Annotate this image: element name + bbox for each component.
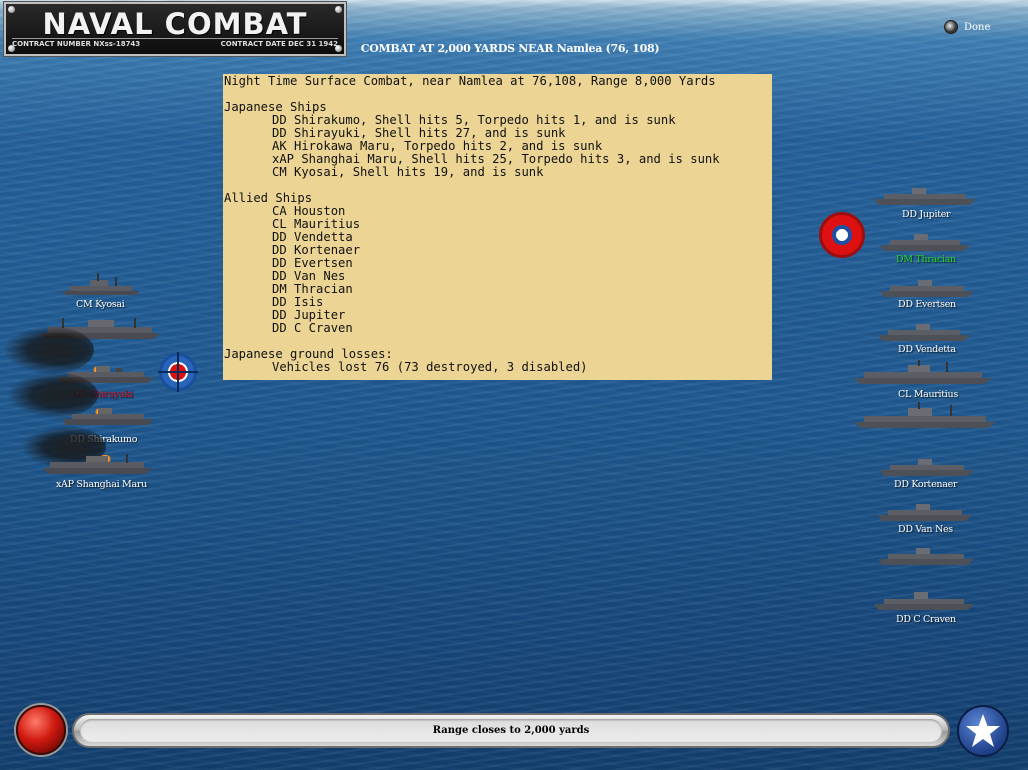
star-icon (966, 714, 1000, 747)
ship-dd-shirakumo[interactable] (60, 404, 156, 426)
ship-label: DD Jupiter (902, 209, 951, 220)
ship-ca-houston[interactable] (852, 402, 998, 430)
ship-dd-jupiter[interactable] (872, 184, 978, 206)
ship-cl-mauritius[interactable] (852, 360, 994, 386)
ship-xap-shanghai-maru[interactable] (40, 452, 154, 476)
ship-silhouette-icon (42, 454, 152, 474)
combat-title: COMBAT AT 2,000 YARDS NEAR Namlea (76, 1… (360, 42, 660, 55)
contract-date: CONTRACT DATE DEC 31 1942 (220, 40, 338, 48)
done-button[interactable]: Done (944, 20, 990, 34)
ship-dd-c-craven[interactable] (872, 588, 976, 612)
report-line: DD C Craven (272, 321, 353, 335)
report-line: Night Time Surface Combat, near Namlea a… (224, 74, 716, 88)
ship-label: CM Kyosai (76, 299, 125, 310)
ship-silhouette-icon (874, 188, 976, 205)
naval-combat-logo: NAVAL COMBAT CONTRACT NUMBER NXss-18743 … (4, 2, 346, 56)
firing-ship-marker-icon (819, 212, 865, 258)
combat-report-panel: Night Time Surface Combat, near Namlea a… (223, 74, 772, 380)
ship-silhouette-icon (878, 324, 970, 341)
ship-silhouette-icon (880, 234, 970, 251)
ship-dd-van-nes[interactable] (876, 500, 974, 522)
ship-dm-thracian[interactable] (878, 230, 972, 252)
report-line: CM Kyosai, Shell hits 19, and is sunk (272, 165, 544, 179)
ship-label: DD Evertsen (898, 299, 956, 310)
ship-silhouette-icon (62, 408, 154, 425)
ship-label-active: DM Thracian (896, 254, 956, 265)
ship-dd-kortenaer[interactable] (878, 455, 976, 477)
ship-silhouette-icon (874, 592, 974, 610)
ship-silhouette-icon (880, 459, 974, 476)
ship-label: xAP Shanghai Maru (56, 479, 147, 490)
ship-label: CL Mauritius (898, 389, 958, 400)
done-label: Done (964, 21, 991, 33)
ship-silhouette-icon (878, 504, 972, 521)
contract-number: CONTRACT NUMBER NXss-18743 (12, 40, 141, 48)
ship-silhouette-icon (62, 273, 140, 295)
logo-title: NAVAL COMBAT (42, 7, 308, 41)
contract-line: CONTRACT NUMBER NXss-18743 CONTRACT DATE… (12, 38, 338, 50)
red-action-button[interactable] (16, 705, 66, 755)
status-bar: Range closes to 2,000 yards (72, 713, 950, 748)
status-message: Range closes to 2,000 yards (80, 719, 942, 742)
ship-label: DD C Craven (896, 614, 956, 625)
ship-dd-isis[interactable] (876, 544, 976, 566)
ship-label: DD Vendetta (898, 344, 956, 355)
ship-silhouette-icon (880, 280, 974, 297)
ship-dd-vendetta[interactable] (876, 320, 972, 342)
ship-silhouette-icon (854, 402, 996, 428)
allied-star-button[interactable] (957, 705, 1009, 757)
ship-label: DD Kortenaer (894, 479, 958, 490)
ship-dd-evertsen[interactable] (878, 276, 976, 298)
report-line: Vehicles lost 76 (73 destroyed, 3 disabl… (272, 360, 588, 374)
done-icon (944, 20, 958, 34)
ship-label: DD Van Nes (898, 524, 953, 535)
ship-cm-kyosai[interactable] (60, 272, 142, 296)
ship-silhouette-icon (878, 548, 974, 565)
target-reticle-icon[interactable] (158, 352, 198, 392)
ship-silhouette-icon (854, 360, 992, 384)
